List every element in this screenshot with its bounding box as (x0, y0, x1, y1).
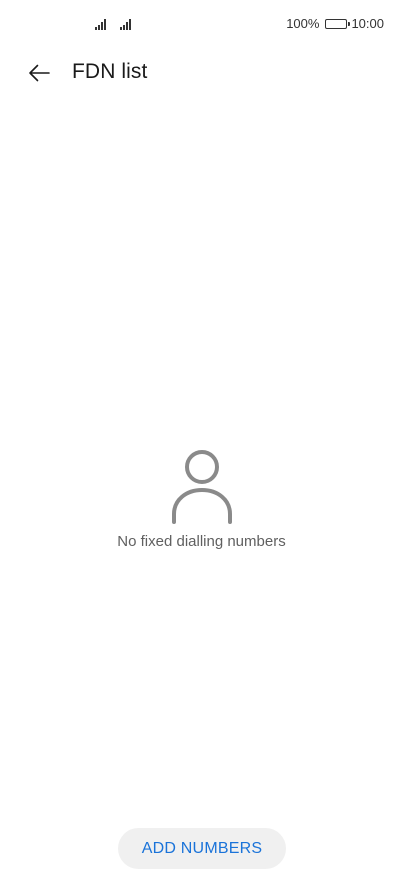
empty-state-message: No fixed dialling numbers (117, 533, 286, 550)
battery-icon (325, 18, 351, 29)
clock: 10:00 (351, 16, 384, 31)
status-bar: 100% 10:00 (0, 0, 403, 48)
signal-icon (120, 17, 131, 30)
signal-icon (95, 17, 106, 30)
back-arrow-icon (29, 64, 50, 82)
status-right: 100% 10:00 (286, 16, 384, 31)
fdn-list-screen: 100% 10:00 FDN list No fixed dialling nu… (0, 0, 403, 896)
empty-state: No fixed dialling numbers (0, 448, 403, 550)
battery-percent: 100% (286, 16, 320, 31)
add-numbers-button[interactable]: ADD NUMBERS (118, 828, 286, 869)
person-icon (171, 450, 232, 524)
back-button[interactable] (22, 56, 56, 90)
page-title: FDN list (72, 60, 148, 83)
app-bar: FDN list (0, 50, 403, 94)
